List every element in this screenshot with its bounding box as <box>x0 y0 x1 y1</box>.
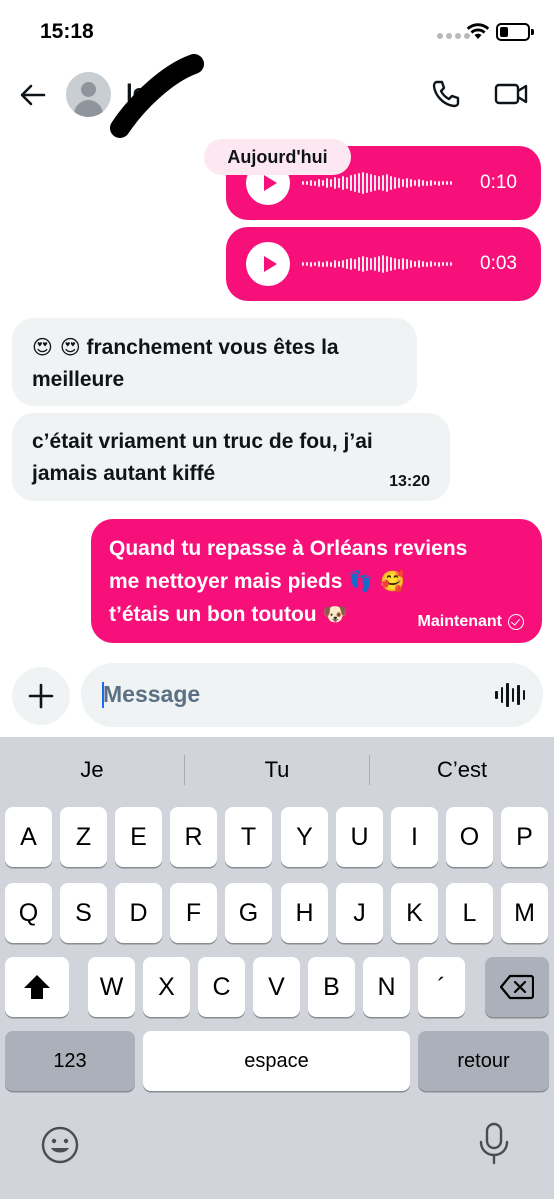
key[interactable]: D <box>115 883 162 943</box>
key[interactable]: A <box>5 807 52 867</box>
status-time: 15:18 <box>40 20 94 43</box>
suggestion-item[interactable]: Je <box>0 757 184 783</box>
key[interactable]: Z <box>60 807 107 867</box>
message-line: me nettoyer mais pieds <box>109 570 343 593</box>
key[interactable]: ´ <box>418 957 465 1017</box>
contact-avatar[interactable] <box>66 72 111 117</box>
key[interactable]: L <box>446 883 493 943</box>
shift-key[interactable] <box>5 957 69 1017</box>
emoji: 👣 🥰 <box>348 569 406 593</box>
key[interactable]: K <box>391 883 438 943</box>
incoming-message[interactable]: c’était vriament un truc de fou, j’ai ja… <box>12 413 450 501</box>
status-bar: 15:18 <box>0 0 554 62</box>
backspace-icon <box>500 974 534 1000</box>
key[interactable]: U <box>336 807 383 867</box>
message-input[interactable]: Message <box>81 663 543 727</box>
numbers-key[interactable]: 123 <box>5 1031 135 1091</box>
message-placeholder: Message <box>103 681 201 707</box>
sent-check-icon <box>508 614 524 630</box>
key[interactable]: V <box>253 957 300 1017</box>
voice-message[interactable]: 0:03 <box>226 227 541 301</box>
text-caret <box>102 682 104 708</box>
key[interactable]: H <box>281 883 328 943</box>
key[interactable]: B <box>308 957 355 1017</box>
key[interactable]: J <box>336 883 383 943</box>
key[interactable]: X <box>143 957 190 1017</box>
conversation-header: le <box>0 54 554 138</box>
plus-icon <box>28 683 54 709</box>
key[interactable]: S <box>60 883 107 943</box>
key[interactable]: O <box>446 807 493 867</box>
add-attachment-button[interactable] <box>12 667 70 725</box>
space-key[interactable]: espace <box>143 1031 410 1091</box>
key[interactable]: C <box>198 957 245 1017</box>
dictation-mic-icon[interactable] <box>477 1122 511 1166</box>
voice-record-icon[interactable] <box>495 682 525 708</box>
emoji-keyboard-icon[interactable] <box>40 1125 80 1165</box>
wifi-icon <box>466 23 490 39</box>
suggestion-item[interactable]: C’est <box>370 757 554 783</box>
message-text: c’était vriament un truc de fou, j’ai ja… <box>32 430 373 485</box>
redaction-scribble <box>110 54 204 138</box>
outgoing-message[interactable]: Quand tu repasse à Orléans reviens me ne… <box>91 519 542 643</box>
key[interactable]: G <box>225 883 272 943</box>
suggestion-item[interactable]: Tu <box>185 757 369 783</box>
key[interactable]: M <box>501 883 548 943</box>
keyboard: Je Tu C’est A Z E R T Y U I O P Q S D F … <box>0 737 554 1199</box>
message-line: t’étais un bon toutou <box>109 603 317 626</box>
key[interactable]: Y <box>281 807 328 867</box>
voice-duration: 0:03 <box>480 253 517 274</box>
back-arrow-icon[interactable] <box>18 80 48 110</box>
date-separator: Aujourd'hui <box>204 139 351 175</box>
message-timestamp: 13:20 <box>389 473 430 490</box>
message-line: Quand tu repasse à Orléans reviens <box>109 537 468 560</box>
key[interactable]: E <box>115 807 162 867</box>
key[interactable]: F <box>170 883 217 943</box>
key[interactable]: Q <box>5 883 52 943</box>
shift-icon <box>24 975 50 999</box>
emoji: 🐶 <box>322 602 348 626</box>
return-key[interactable]: retour <box>418 1031 549 1091</box>
suggestion-bar: Je Tu C’est <box>0 737 554 803</box>
waveform <box>302 250 452 278</box>
key[interactable]: W <box>88 957 135 1017</box>
message-status: Maintenant <box>418 613 524 631</box>
incoming-message[interactable]: 😍 😍 franchement vous êtes la meilleure <box>12 318 417 406</box>
battery-icon <box>496 23 534 41</box>
play-icon[interactable] <box>246 242 290 286</box>
key[interactable]: T <box>225 807 272 867</box>
key[interactable]: N <box>363 957 410 1017</box>
voice-duration: 0:10 <box>480 172 517 193</box>
phone-icon[interactable] <box>430 78 462 110</box>
key[interactable]: I <box>391 807 438 867</box>
message-timestamp: Maintenant <box>417 613 502 630</box>
emoji: 😍 😍 <box>32 335 81 359</box>
video-camera-icon[interactable] <box>494 78 528 110</box>
key[interactable]: P <box>501 807 548 867</box>
key[interactable]: R <box>170 807 217 867</box>
backspace-key[interactable] <box>485 957 549 1017</box>
